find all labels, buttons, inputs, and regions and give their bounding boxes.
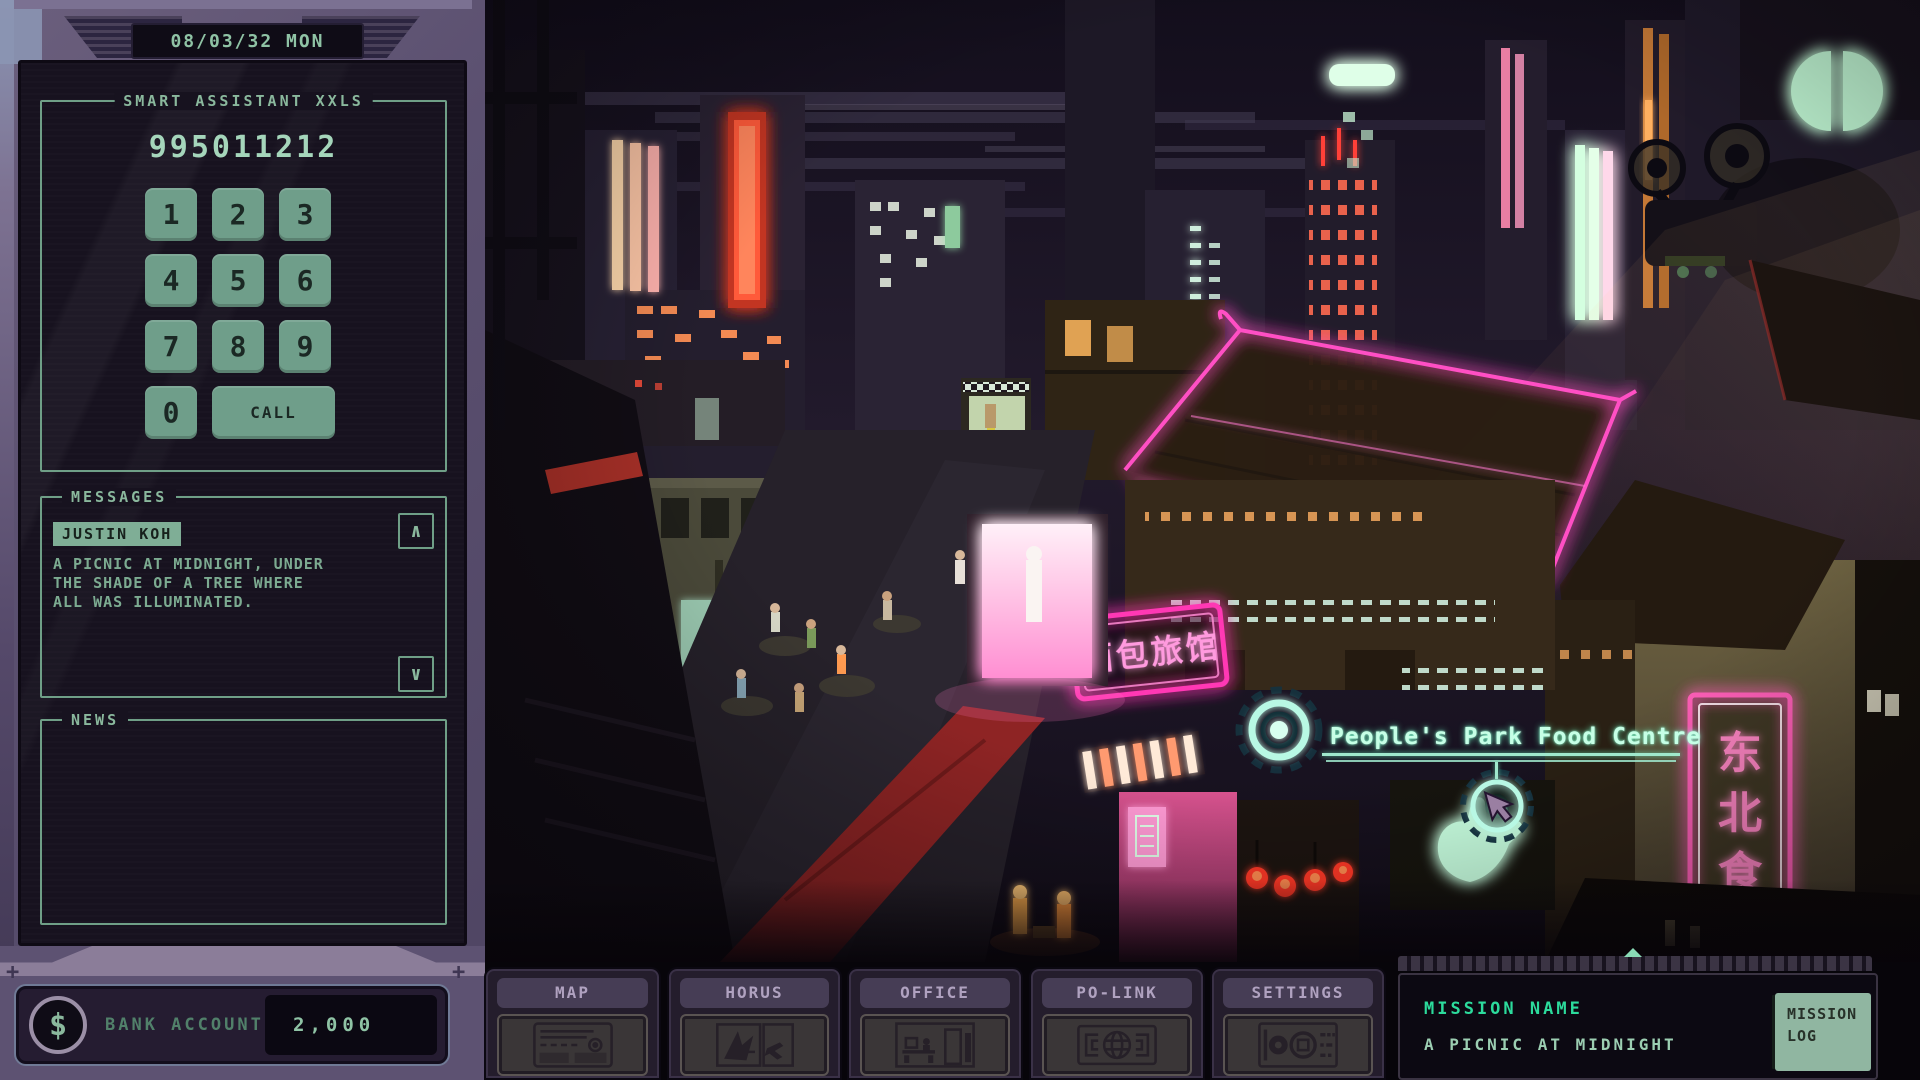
scroll-down-button[interactable]: ∨ — [398, 656, 434, 692]
news-title: NEWS — [62, 711, 128, 729]
device-frame-edge — [0, 0, 14, 1080]
location-label-underline — [1322, 753, 1680, 756]
keypad-3-button[interactable]: 3 — [279, 188, 331, 241]
map-icon — [499, 1016, 646, 1074]
toolbar-office-button[interactable]: OFFICE — [847, 967, 1023, 1080]
toolbar-map-button[interactable]: MAP — [484, 967, 661, 1080]
keypad-9-button[interactable]: 9 — [279, 320, 331, 373]
toolbar-horus-button[interactable]: HORUS — [667, 967, 842, 1080]
map-button-label: MAP — [497, 978, 648, 1008]
location-label[interactable]: People's Park Food Centre — [1330, 724, 1701, 750]
smart-assistant-device: 08/03/32 MON 07:42 SMART ASSISTANT XXLS … — [0, 0, 485, 1080]
toolbar-po-link-button[interactable]: PO-LINK — [1029, 967, 1205, 1080]
keypad-5-button[interactable]: 5 — [212, 254, 264, 307]
mission-panel-notch-icon[interactable] — [1624, 948, 1642, 957]
control-panel-icon — [1225, 1016, 1371, 1074]
destination-marker-icon[interactable] — [1463, 772, 1531, 840]
dollar-sign: $ — [49, 1008, 67, 1043]
globe-link-icon — [1044, 1016, 1190, 1074]
mission-panel-ridge — [1398, 956, 1872, 971]
screw-plus-icon: + — [6, 960, 19, 985]
game-screen: 东 北 食 物 — [0, 0, 1920, 1080]
bank-account-bar: $ BANK ACCOUNT 2,000 — [16, 986, 448, 1064]
keypad-2-button[interactable]: 2 — [212, 188, 264, 241]
keypad-1-button[interactable]: 1 — [145, 188, 197, 241]
message-body: A PICNIC AT MIDNIGHT, UNDER THE SHADE OF… — [53, 555, 325, 612]
bank-balance: 2,000 — [265, 995, 437, 1055]
city-scene-art: 东 北 食 物 — [485, 0, 1920, 962]
office-button-label: OFFICE — [860, 978, 1010, 1008]
dialed-number-display: 995011212 — [40, 130, 447, 165]
news-panel: NEWS — [40, 719, 447, 925]
city-scene[interactable]: 东 北 食 物 — [485, 0, 1920, 962]
currency-coin-icon: $ — [29, 996, 87, 1054]
keypad-8-button[interactable]: 8 — [212, 320, 264, 373]
bank-account-label: BANK ACCOUNT — [105, 989, 264, 1061]
keypad-0-button[interactable]: 0 — [145, 386, 197, 439]
location-label-underline-2 — [1326, 760, 1676, 762]
toolbar-settings-button[interactable]: SETTINGS — [1210, 967, 1386, 1080]
device-top-strip — [14, 0, 472, 9]
call-button[interactable]: CALL — [212, 386, 335, 439]
keypad-7-button[interactable]: 7 — [145, 320, 197, 373]
mission-log-button[interactable]: MISSION LOG — [1775, 993, 1871, 1071]
device-corner-highlight — [0, 0, 42, 64]
location-marker-connector — [1495, 762, 1498, 779]
keypad-6-button[interactable]: 6 — [279, 254, 331, 307]
messages-title: MESSAGES — [62, 488, 176, 506]
settings-button-label: SETTINGS — [1223, 978, 1373, 1008]
chevron-down-icon: ∨ — [410, 663, 421, 685]
smart-assistant-title: SMART ASSISTANT XXLS — [114, 92, 373, 110]
bird-plane-icon — [682, 1016, 827, 1074]
mission-panel: MISSION NAME A PICNIC AT MIDNIGHT MISSIO… — [1398, 973, 1878, 1080]
datetime-display: 08/03/32 MON 07:42 — [131, 23, 364, 59]
po-link-button-label: PO-LINK — [1042, 978, 1192, 1008]
horus-button-label: HORUS — [680, 978, 829, 1008]
mission-name-label: MISSION NAME — [1424, 999, 1583, 1019]
chevron-up-icon: ∧ — [410, 520, 421, 542]
vignette — [485, 0, 1920, 962]
mission-name: A PICNIC AT MIDNIGHT — [1424, 1035, 1677, 1054]
office-desk-icon — [862, 1016, 1008, 1074]
keypad-4-button[interactable]: 4 — [145, 254, 197, 307]
screw-plus-icon: + — [452, 960, 465, 985]
message-sender-chip[interactable]: JUSTIN KOH — [53, 522, 181, 546]
scroll-up-button[interactable]: ∧ — [398, 513, 434, 549]
